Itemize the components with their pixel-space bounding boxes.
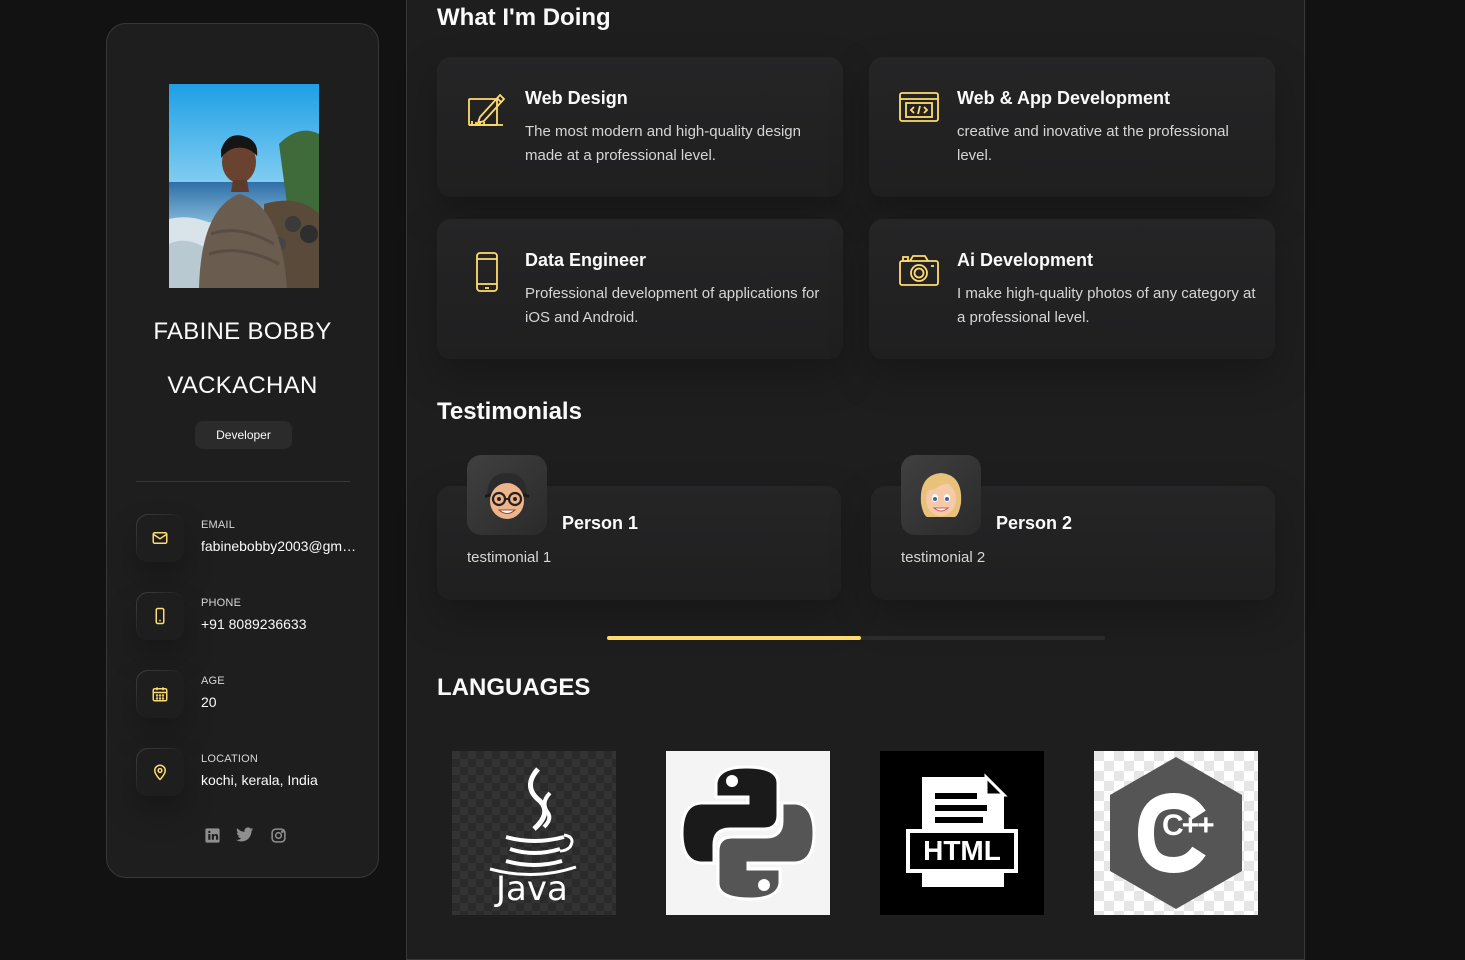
service-text: Professional development of applications…	[525, 285, 820, 326]
sidebar: FABINE BOBBY VACKACHAN Developer EMAIL f…	[106, 23, 379, 878]
service-text: creative and inovative at the profession…	[957, 123, 1229, 164]
mail-icon	[136, 514, 184, 562]
contact-label: LOCATION	[201, 753, 259, 765]
profile-name-line2: VACKACHAN	[167, 372, 318, 399]
html-logo: HTML	[880, 751, 1044, 915]
java-logo: Java	[452, 751, 616, 915]
testimonials-heading: Testimonials	[437, 398, 582, 425]
html-label: HTML	[923, 835, 1001, 866]
contact-label: EMAIL	[201, 519, 236, 531]
service-text: The most modern and high-quality design …	[525, 123, 801, 164]
role-badge: Developer	[195, 421, 292, 449]
testimonial-name: Person 2	[996, 513, 1073, 533]
service-title: Ai Development	[957, 250, 1094, 270]
service-card: Web Design The most modern and high-qual…	[437, 57, 843, 197]
languages-heading: LANGUAGES	[437, 674, 591, 701]
linkedin-icon[interactable]	[203, 826, 221, 844]
design-icon	[465, 89, 509, 133]
python-logo	[666, 751, 830, 915]
mobile-icon	[465, 251, 509, 295]
testimonial-name: Person 1	[562, 513, 639, 533]
contact-label: PHONE	[201, 597, 242, 609]
contact-location: LOCATION kochi, kerala, India	[136, 748, 366, 796]
location-value: kochi, kerala, India	[201, 772, 318, 788]
sidebar-divider	[136, 481, 350, 482]
age-value: 20	[201, 694, 217, 710]
service-card: Ai Development I make high-quality photo…	[869, 219, 1275, 359]
profile-name-line1: FABINE BOBBY	[153, 318, 332, 345]
contact-label: AGE	[201, 675, 225, 687]
testimonial-text: testimonial 2	[901, 549, 986, 566]
contact-age: AGE 20	[136, 670, 366, 718]
dev-icon	[897, 89, 941, 133]
profile-photo	[169, 84, 319, 288]
testimonials-scrollbar[interactable]	[607, 636, 1105, 640]
service-text: I make high-quality photos of any catego…	[957, 285, 1256, 326]
contact-phone: PHONE +91 8089236633	[136, 592, 366, 640]
testimonial-text: testimonial 1	[467, 549, 552, 566]
contact-email: EMAIL fabinebobby2003@gmail.com	[136, 514, 366, 562]
avatar	[901, 455, 981, 535]
twitter-icon[interactable]	[236, 826, 254, 844]
services-heading: What I'm Doing	[437, 4, 611, 31]
cpp-logo: C++	[1094, 751, 1258, 915]
service-title: Data Engineer	[525, 250, 647, 270]
camera-icon	[897, 251, 941, 295]
phone-link[interactable]: +91 8089236633	[201, 616, 361, 632]
calendar-icon	[136, 670, 184, 718]
location-icon	[136, 748, 184, 796]
service-card: Data Engineer Professional development o…	[437, 219, 843, 359]
service-title: Web Design	[525, 88, 628, 108]
cpp-label: C++	[1162, 809, 1215, 842]
scrollbar-thumb[interactable]	[607, 636, 861, 640]
email-link[interactable]: fabinebobby2003@gmail.com	[201, 538, 361, 554]
phone-icon	[136, 592, 184, 640]
service-card: Web & App Development creative and inova…	[869, 57, 1275, 197]
instagram-icon[interactable]	[269, 826, 287, 844]
avatar	[467, 455, 547, 535]
java-label: Java	[496, 869, 568, 909]
social-links	[203, 826, 287, 844]
service-title: Web & App Development	[957, 88, 1171, 108]
